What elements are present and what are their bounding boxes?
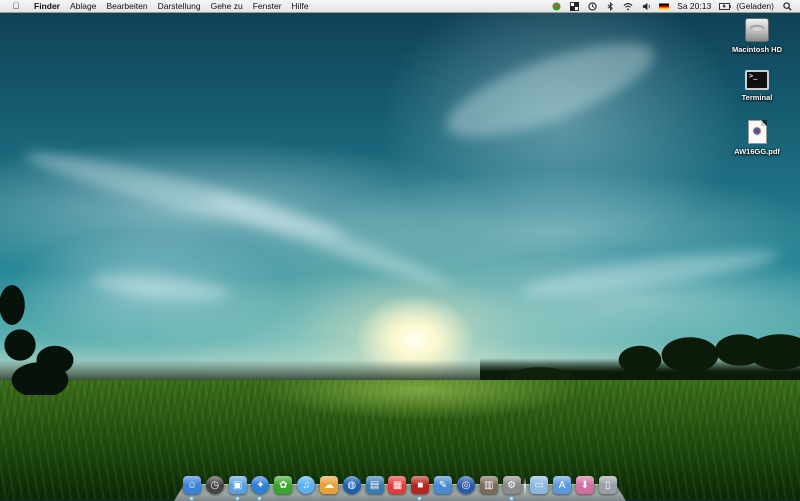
battery-icon[interactable] [719,2,731,11]
desktop-icon-macintosh-hd[interactable]: Macintosh HD [722,18,792,54]
dock-item-downloads-stack[interactable]: ⬇ [575,475,595,495]
german-flag-icon[interactable] [659,2,670,11]
dock-item-network-globe[interactable]: ◎ [456,475,476,495]
pdf-document-icon [747,120,767,144]
weather-icon: ☁ [319,476,338,494]
icq-flower-icon: ✿ [274,476,293,494]
menu-hilfe[interactable]: Hilfe [287,0,314,12]
preview-icon: ▣ [228,476,247,494]
frog-icon[interactable] [551,1,561,11]
dock-item-icq-flower[interactable]: ✿ [273,475,293,495]
menu-gehe-zu[interactable]: Gehe zu [206,0,248,12]
desktop-icon-terminal[interactable]: >_ Terminal [722,70,792,102]
menu-ablage[interactable]: Ablage [65,0,101,12]
menu-darstellung[interactable]: Darstellung [153,0,206,12]
network-globe-icon: ◎ [456,476,475,494]
dock-item-trash[interactable]: ▯ [598,475,618,495]
dock-item-preview[interactable]: ▣ [228,475,248,500]
menu-bearbeiten[interactable]: Bearbeiten [101,0,152,12]
system-preferences-icon: ⚙ [502,476,521,494]
applications-folder-icon: A [553,476,572,494]
dock-item-system-preferences[interactable]: ⚙ [502,475,522,500]
dock-item-finder[interactable]: ☺ [182,475,202,500]
desktop-icon-label: AW16GG.pdf [734,147,780,156]
finder-icon: ☺ [183,476,201,494]
terminal-icon: >_ [745,70,769,90]
desktop-icon-label: Macintosh HD [731,45,782,54]
menu-app-name[interactable]: Finder [29,0,65,12]
dock-item-dashboard[interactable]: ◷ [205,475,225,495]
trash-icon: ▯ [598,476,617,494]
photo-booth-icon: ▥ [479,476,498,494]
battery-status[interactable]: (Geladen) [735,0,778,12]
dock-item-weather[interactable]: ☁ [319,475,339,495]
dock: ☺ ◷ ▣ ✦ ✿ ♫ ☁ ◍ ▤ ▦ ■ ✎ ◎ ▥ ⚙ ▭ A ⬇ ▯ [182,469,618,500]
tree-left [0,265,90,395]
dashboard-icon: ◷ [205,476,224,494]
dock-item-globe[interactable]: ◍ [342,475,362,495]
dock-item-itunes[interactable]: ♫ [296,475,316,495]
bluetooth-icon[interactable] [605,1,615,11]
dock-item-safari[interactable]: ✦ [250,475,270,500]
dock-item-folder[interactable]: ▭ [529,475,549,495]
desktop-icon-label: Terminal [741,93,773,102]
menu-fenster[interactable]: Fenster [248,0,287,12]
red-app-icon: ■ [411,476,430,494]
itunes-icon: ♫ [297,476,316,494]
dock-separator[interactable] [524,477,527,495]
xcode-icon: ✎ [434,476,453,494]
iphoto-icon: ▤ [365,476,384,494]
dock-item-ical[interactable]: ▦ [387,475,407,495]
menu-extras: Sa 20:13 (Geladen) [547,0,800,12]
dock-item-red-app[interactable]: ■ [410,475,430,500]
menu-bar:  Finder Ablage Bearbeiten Darstellung G… [0,0,800,13]
downloads-stack-icon: ⬇ [575,476,594,494]
ical-icon: ▦ [388,476,407,494]
hard-drive-icon [745,18,769,42]
desktop-icon-pdf[interactable]: AW16GG.pdf [722,120,792,156]
dock-item-xcode[interactable]: ✎ [433,475,453,495]
clock[interactable]: Sa 20:13 [673,0,715,12]
safari-icon: ✦ [251,476,270,494]
dock-item-applications-folder[interactable]: A [552,475,572,495]
dock-item-photo-booth[interactable]: ▥ [479,475,499,495]
folder-icon: ▭ [530,476,549,494]
grid-icon[interactable] [569,1,579,11]
globe-icon: ◍ [342,476,361,494]
wifi-icon[interactable] [623,2,633,11]
spotlight-search-icon[interactable] [782,1,792,11]
desktop-wallpaper [0,0,800,500]
apple-menu-icon[interactable]:  [9,1,23,11]
volume-icon[interactable] [641,2,651,11]
dock-item-iphoto[interactable]: ▤ [365,475,385,495]
time-machine-icon[interactable] [587,1,597,11]
